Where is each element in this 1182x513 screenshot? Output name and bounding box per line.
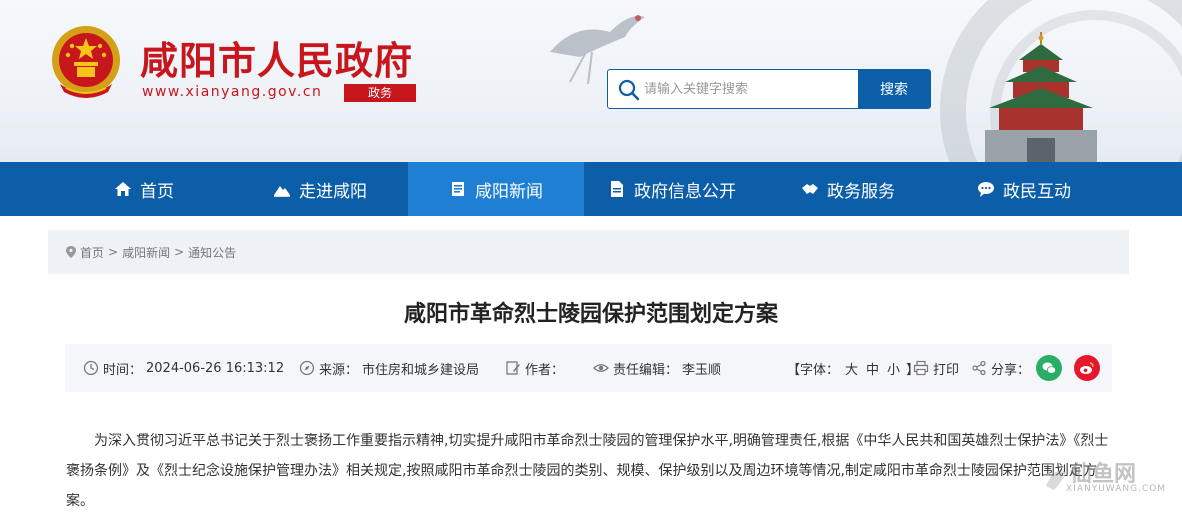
document-icon: [611, 181, 623, 197]
news-icon: [452, 182, 464, 196]
meta-author: 作者：: [505, 344, 564, 392]
meta-source-label: 来源：: [319, 362, 359, 378]
share-section: 分享：: [971, 344, 1101, 392]
nav-item-label: 政民互动: [1003, 181, 1071, 202]
font-size-medium-button[interactable]: 中: [866, 359, 879, 378]
meta-time: 时间： 2024-06-26 16:13:12: [83, 344, 284, 392]
site-title[interactable]: 咸阳市人民政府: [140, 30, 413, 85]
meta-editor-value: 李玉顺: [682, 362, 722, 378]
meta-editor-label: 责任编辑：: [613, 362, 679, 378]
compass-icon: [299, 360, 315, 376]
nav-item-label: 首页: [140, 181, 174, 202]
meta-source-value: 市住房和城乡建设局: [362, 362, 480, 378]
wechat-share-button[interactable]: [1036, 355, 1063, 381]
site-url[interactable]: www.xianyang.gov.cn: [142, 84, 322, 100]
chat-icon: [978, 182, 994, 197]
print-label: 打印: [933, 362, 960, 378]
article-title: 咸阳市革命烈士陵园保护范围划定方案: [403, 302, 778, 327]
search-input[interactable]: [644, 70, 858, 108]
nav-item-about-xianyang[interactable]: 走进咸阳: [232, 162, 408, 216]
share-label: 分享：: [991, 362, 1031, 378]
font-size-control: 【字体： 大 中 小 】: [787, 344, 919, 392]
wechat-icon: [1042, 362, 1057, 374]
nav-item-label: 政府信息公开: [634, 181, 736, 202]
search-button[interactable]: 搜索: [858, 70, 930, 108]
breadcrumb-separator: >: [108, 245, 119, 259]
nav-item-gov-info[interactable]: 政府信息公开: [584, 162, 760, 216]
home-icon: [115, 182, 131, 196]
eye-icon: [593, 364, 609, 372]
print-button[interactable]: 打印: [913, 344, 959, 392]
nav-item-label: 走进咸阳: [299, 181, 367, 202]
main-nav: 首页 走进咸阳 咸阳新闻 政府信息公开 政务服务 政民互动: [0, 162, 1182, 216]
nav-item-interaction[interactable]: 政民互动: [936, 162, 1112, 216]
weibo-share-button[interactable]: [1074, 355, 1101, 381]
mountain-icon: [274, 186, 290, 197]
font-size-small-button[interactable]: 小: [887, 359, 900, 378]
nav-item-label: 政务服务: [827, 181, 895, 202]
search-box: 搜索: [607, 69, 931, 109]
bell-tower-decoration-icon: [985, 32, 1097, 162]
meta-time-value: 2024-06-26 16:13:12: [146, 360, 285, 376]
location-pin-icon: [66, 246, 76, 258]
weibo-icon: [1080, 362, 1094, 374]
meta-time-label: 时间：: [103, 362, 143, 378]
nav-item-xianyang-news[interactable]: 咸阳新闻: [408, 162, 584, 216]
nav-item-home[interactable]: 首页: [56, 162, 232, 216]
article-meta-bar: 时间： 2024-06-26 16:13:12 来源： 市住房和城乡建设局 作者…: [65, 344, 1112, 392]
breadcrumb-item-home[interactable]: 首页: [80, 244, 104, 261]
font-size-label: 【字体：: [787, 362, 840, 378]
meta-author-label: 作者：: [525, 362, 565, 378]
national-emblem-icon[interactable]: [50, 24, 122, 102]
meta-editor: 责任编辑： 李玉顺: [593, 344, 721, 392]
article-paragraph: 为深入贯彻习近平总书记关于烈士褒扬工作重要指示精神,切实提升咸阳市革命烈士陵园的…: [66, 433, 1109, 509]
clock-icon: [83, 360, 99, 376]
breadcrumb-item-notice[interactable]: 通知公告: [188, 244, 236, 261]
breadcrumb: 首页 > 咸阳新闻 > 通知公告: [48, 230, 1129, 274]
search-icon: [618, 79, 640, 101]
handshake-icon: [802, 184, 818, 194]
watermark-url: XIANYUWANG.COM: [1066, 484, 1167, 494]
breadcrumb-item-news[interactable]: 咸阳新闻: [122, 244, 170, 261]
nav-item-label: 咸阳新闻: [475, 181, 543, 202]
font-size-large-button[interactable]: 大: [845, 359, 858, 378]
article-body: 为深入贯彻习近平总书记关于烈士褒扬工作重要指示精神,切实提升咸阳市革命烈士陵园的…: [66, 426, 1120, 513]
meta-source: 来源： 市住房和城乡建设局: [299, 344, 479, 392]
site-header: 咸阳市人民政府 www.xianyang.gov.cn 政务 搜索: [0, 0, 1182, 162]
breadcrumb-separator: >: [174, 245, 185, 259]
share-icon: [972, 360, 986, 376]
edit-icon: [506, 361, 520, 375]
printer-icon: [913, 360, 929, 376]
nav-item-gov-service[interactable]: 政务服务: [760, 162, 936, 216]
site-tag: 政务: [344, 84, 416, 102]
